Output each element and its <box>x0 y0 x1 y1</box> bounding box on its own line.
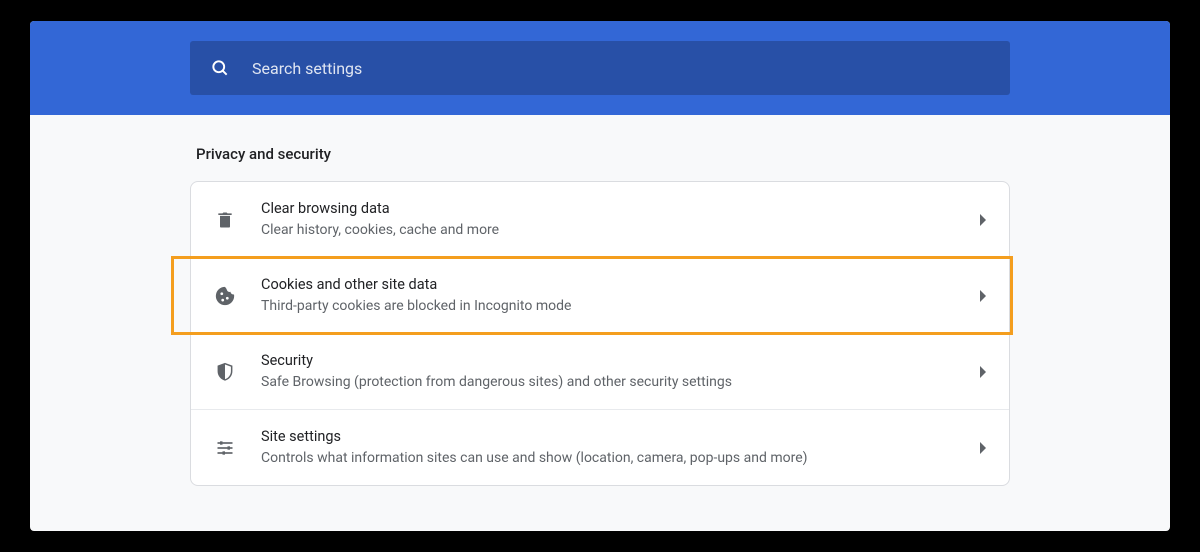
item-subtitle: Clear history, cookies, cache and more <box>261 220 979 241</box>
chevron-right-icon <box>979 442 987 454</box>
item-title: Site settings <box>261 426 979 447</box>
item-security[interactable]: Security Safe Browsing (protection from … <box>191 334 1009 410</box>
item-text: Site settings Controls what information … <box>261 426 979 469</box>
item-cookies-and-site-data[interactable]: Cookies and other site data Third-party … <box>191 258 1009 334</box>
item-subtitle: Safe Browsing (protection from dangerous… <box>261 372 979 393</box>
cookie-icon <box>213 284 237 308</box>
content-area: Privacy and security Clear browsing data… <box>30 115 1170 486</box>
item-subtitle: Third-party cookies are blocked in Incog… <box>261 296 979 317</box>
chevron-right-icon <box>979 366 987 378</box>
shield-icon <box>213 360 237 384</box>
settings-window: Privacy and security Clear browsing data… <box>30 21 1170 531</box>
header-bar <box>30 21 1170 115</box>
item-title: Security <box>261 350 979 371</box>
search-container[interactable] <box>190 41 1010 95</box>
item-title: Clear browsing data <box>261 198 979 219</box>
privacy-card: Clear browsing data Clear history, cooki… <box>190 181 1010 486</box>
item-title: Cookies and other site data <box>261 274 979 295</box>
item-text: Security Safe Browsing (protection from … <box>261 350 979 393</box>
chevron-right-icon <box>979 290 987 302</box>
item-text: Clear browsing data Clear history, cooki… <box>261 198 979 241</box>
sliders-icon <box>213 436 237 460</box>
search-icon <box>210 58 230 78</box>
item-site-settings[interactable]: Site settings Controls what information … <box>191 410 1009 485</box>
item-clear-browsing-data[interactable]: Clear browsing data Clear history, cooki… <box>191 182 1009 258</box>
trash-icon <box>213 208 237 232</box>
item-text: Cookies and other site data Third-party … <box>261 274 979 317</box>
chevron-right-icon <box>979 214 987 226</box>
item-subtitle: Controls what information sites can use … <box>261 448 979 469</box>
search-input[interactable] <box>252 59 990 78</box>
section-title: Privacy and security <box>190 145 1010 163</box>
